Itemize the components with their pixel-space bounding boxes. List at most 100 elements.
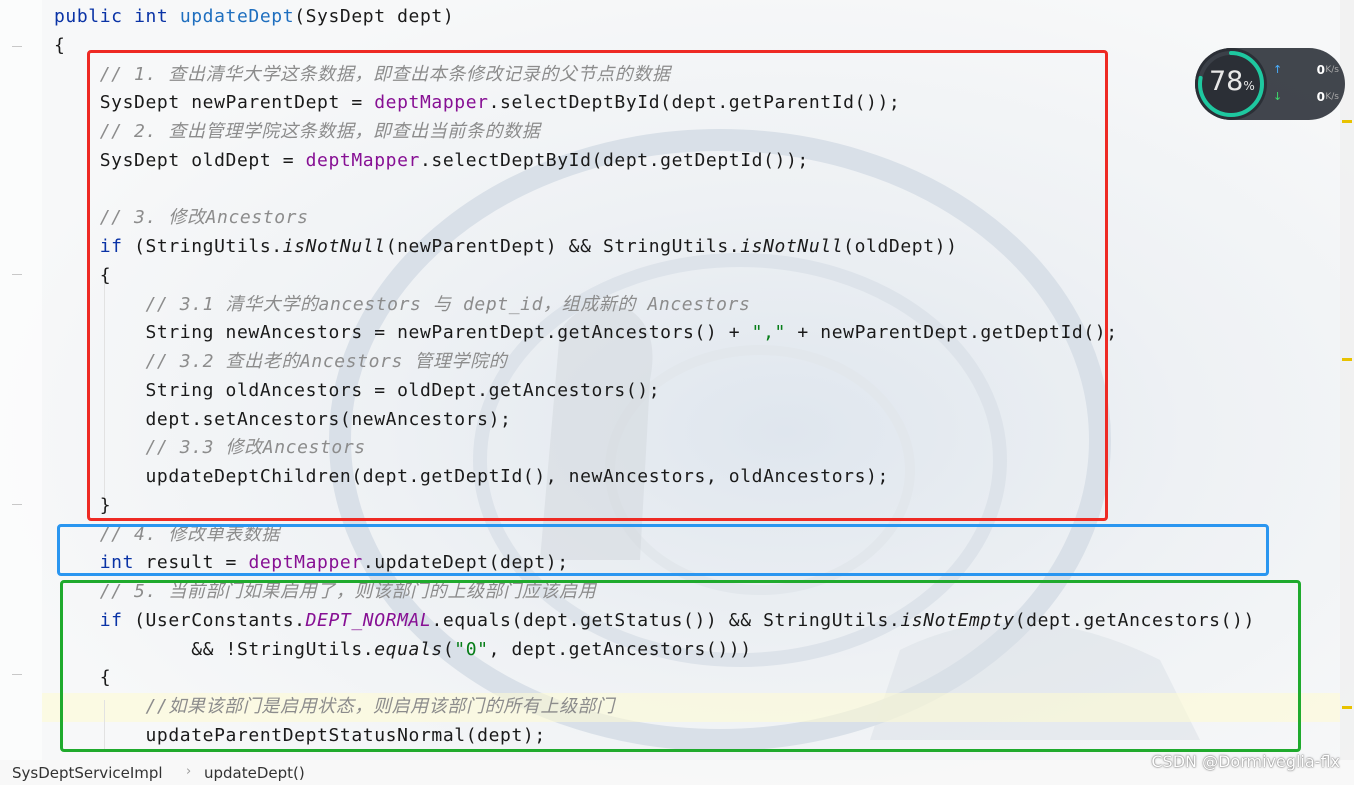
code-token: updateDept — [179, 6, 295, 27]
code-token: int — [134, 6, 180, 27]
code-token: (SysDept dept) — [294, 6, 455, 27]
code-line[interactable]: dept.setAncestors(newAncestors); — [54, 405, 511, 434]
code-token: // 3.2 查出老的Ancestors 管理学院的 — [145, 351, 508, 372]
upload-value: 0 — [1316, 63, 1325, 77]
code-line[interactable]: // 1. 查出清华大学这条数据，即查出本条修改记录的父节点的数据 — [54, 60, 671, 89]
code-line[interactable]: String newAncestors = newParentDept.getA… — [54, 318, 1118, 347]
code-token: updateParentDeptStatusNormal(dept); — [54, 724, 546, 746]
code-token: // 2. 查出管理学院这条数据，即查出当前条的数据 — [99, 121, 541, 142]
code-token: } — [54, 494, 112, 516]
code-token: { — [54, 34, 66, 56]
code-token: // 3. 修改Ancestors — [99, 207, 309, 229]
code-token: if — [99, 236, 135, 257]
code-line[interactable]: //如果该部门是启用状态，则启用该部门的所有上级部门 — [54, 692, 615, 721]
cpu-percent-text: 78% — [1209, 66, 1255, 97]
code-line[interactable]: SysDept oldDept = deptMapper.selectDeptB… — [54, 146, 809, 175]
code-token: isNotNull — [282, 236, 386, 257]
code-token: (oldDept)) — [843, 236, 958, 257]
scroll-marker[interactable] — [1342, 358, 1352, 361]
breadcrumb-method[interactable]: updateDept() — [204, 764, 305, 782]
download-unit: K/s — [1325, 92, 1339, 102]
code-line[interactable]: if (UserConstants.DEPT_NORMAL.equals(dep… — [54, 606, 1255, 635]
code-token: SysDept oldDept = — [54, 149, 306, 171]
cpu-gauge: 78% — [1195, 48, 1267, 120]
code-line[interactable]: updateParentDeptStatusNormal(dept); — [54, 721, 546, 750]
code-line[interactable]: { — [54, 261, 111, 290]
code-token: .equals(dept.getStatus()) && StringUtils… — [431, 609, 901, 631]
code-token: isNotNull — [740, 236, 844, 257]
code-token: result = — [145, 552, 249, 574]
code-token: + newParentDept.getDeptId(); — [785, 322, 1118, 344]
code-line[interactable]: // 3. 修改Ancestors — [54, 203, 309, 232]
watermark: CSDN @Dormiveglia-flx — [1151, 752, 1340, 771]
code-line[interactable]: int result = deptMapper.updateDept(dept)… — [54, 548, 569, 577]
code-line[interactable]: // 3.2 查出老的Ancestors 管理学院的 — [54, 347, 507, 376]
code-editor[interactable]: public int updateDept(SysDept dept) { // … — [0, 0, 1340, 760]
code-line[interactable]: } — [54, 491, 111, 520]
code-token: "," — [751, 322, 786, 344]
code-token: .updateDept(dept); — [362, 552, 569, 574]
code-token: updateDeptChildren(dept.getDeptId(), new… — [54, 466, 889, 487]
code-line[interactable]: // 3.3 修改Ancestors — [54, 433, 366, 462]
code-line[interactable]: updateDeptChildren(dept.getDeptId(), new… — [54, 462, 889, 491]
code-token: deptMapper — [248, 552, 363, 574]
code-line[interactable]: if (StringUtils.isNotNull(newParentDept)… — [54, 232, 958, 261]
code-token: .selectDeptById(dept.getParentId()); — [488, 92, 901, 114]
code-token: String newAncestors = newParentDept.getA… — [54, 322, 752, 344]
download-value: 0 — [1316, 90, 1325, 104]
upload-arrow-icon: ↑ — [1273, 63, 1283, 76]
code-token: // 3.3 修改Ancestors — [145, 437, 366, 459]
code-line[interactable]: String oldAncestors = oldDept.getAncesto… — [54, 376, 660, 405]
upload-unit: K/s — [1325, 65, 1339, 75]
editor-scrollbar[interactable] — [1340, 0, 1354, 760]
code-line[interactable]: // 5. 当前部门如果启用了，则该部门的上级部门应该启用 — [54, 577, 596, 606]
code-line[interactable]: && !StringUtils.equals("0", dept.getAnce… — [54, 635, 752, 664]
code-token: // 3.1 清华大学的ancestors 与 dept_id，组成新的 Anc… — [145, 293, 751, 315]
code-token: if — [99, 609, 135, 631]
code-token: , dept.getAncestors())) — [488, 638, 752, 660]
code-token: (dept.getAncestors()) — [1014, 609, 1255, 631]
code-token: && !StringUtils. — [54, 638, 375, 660]
code-token: "0" — [454, 638, 489, 660]
code-token: String oldAncestors = oldDept.getAncesto… — [54, 379, 661, 401]
code-line[interactable]: // 3.1 清华大学的ancestors 与 dept_id，组成新的 Anc… — [54, 290, 750, 319]
breadcrumb-class[interactable]: SysDeptServiceImpl — [12, 764, 163, 782]
code-token: public — [54, 6, 135, 27]
code-token: DEPT_NORMAL — [305, 609, 432, 631]
code-line[interactable]: public int updateDept(SysDept dept) — [54, 2, 454, 31]
network-monitor-widget[interactable]: 78% ↑ 0 K/s ↓ 0 K/s — [1195, 48, 1345, 120]
code-token: deptMapper — [374, 92, 489, 114]
code-token: SysDept newParentDept = — [54, 92, 375, 114]
code-token: // 5. 当前部门如果启用了，则该部门的上级部门应该启用 — [99, 581, 597, 602]
code-token: { — [54, 264, 112, 286]
code-token: dept.setAncestors(newAncestors); — [54, 408, 512, 430]
code-token: //如果该部门是启用状态，则启用该部门的所有上级部门 — [145, 696, 615, 717]
code-token: equals — [374, 638, 443, 660]
code-line[interactable]: // 4. 修改单表数据 — [54, 520, 280, 549]
code-token: int — [99, 552, 146, 574]
code-line[interactable]: { — [54, 663, 111, 692]
code-line[interactable]: // 2. 查出管理学院这条数据，即查出当前条的数据 — [54, 117, 540, 146]
scroll-marker[interactable] — [1342, 706, 1352, 709]
code-token: (newParentDept) && StringUtils. — [385, 236, 741, 257]
code-line[interactable]: SysDept newParentDept = deptMapper.selec… — [54, 88, 900, 117]
code-token: isNotEmpty — [900, 609, 1015, 631]
code-token: (UserConstants. — [134, 609, 306, 631]
scroll-marker[interactable] — [1342, 120, 1352, 123]
code-token: { — [54, 667, 112, 689]
code-token: // 1. 查出清华大学这条数据，即查出本条修改记录的父节点的数据 — [99, 63, 671, 85]
code-line[interactable]: { — [54, 31, 65, 60]
breadcrumb-separator: › — [186, 764, 192, 779]
